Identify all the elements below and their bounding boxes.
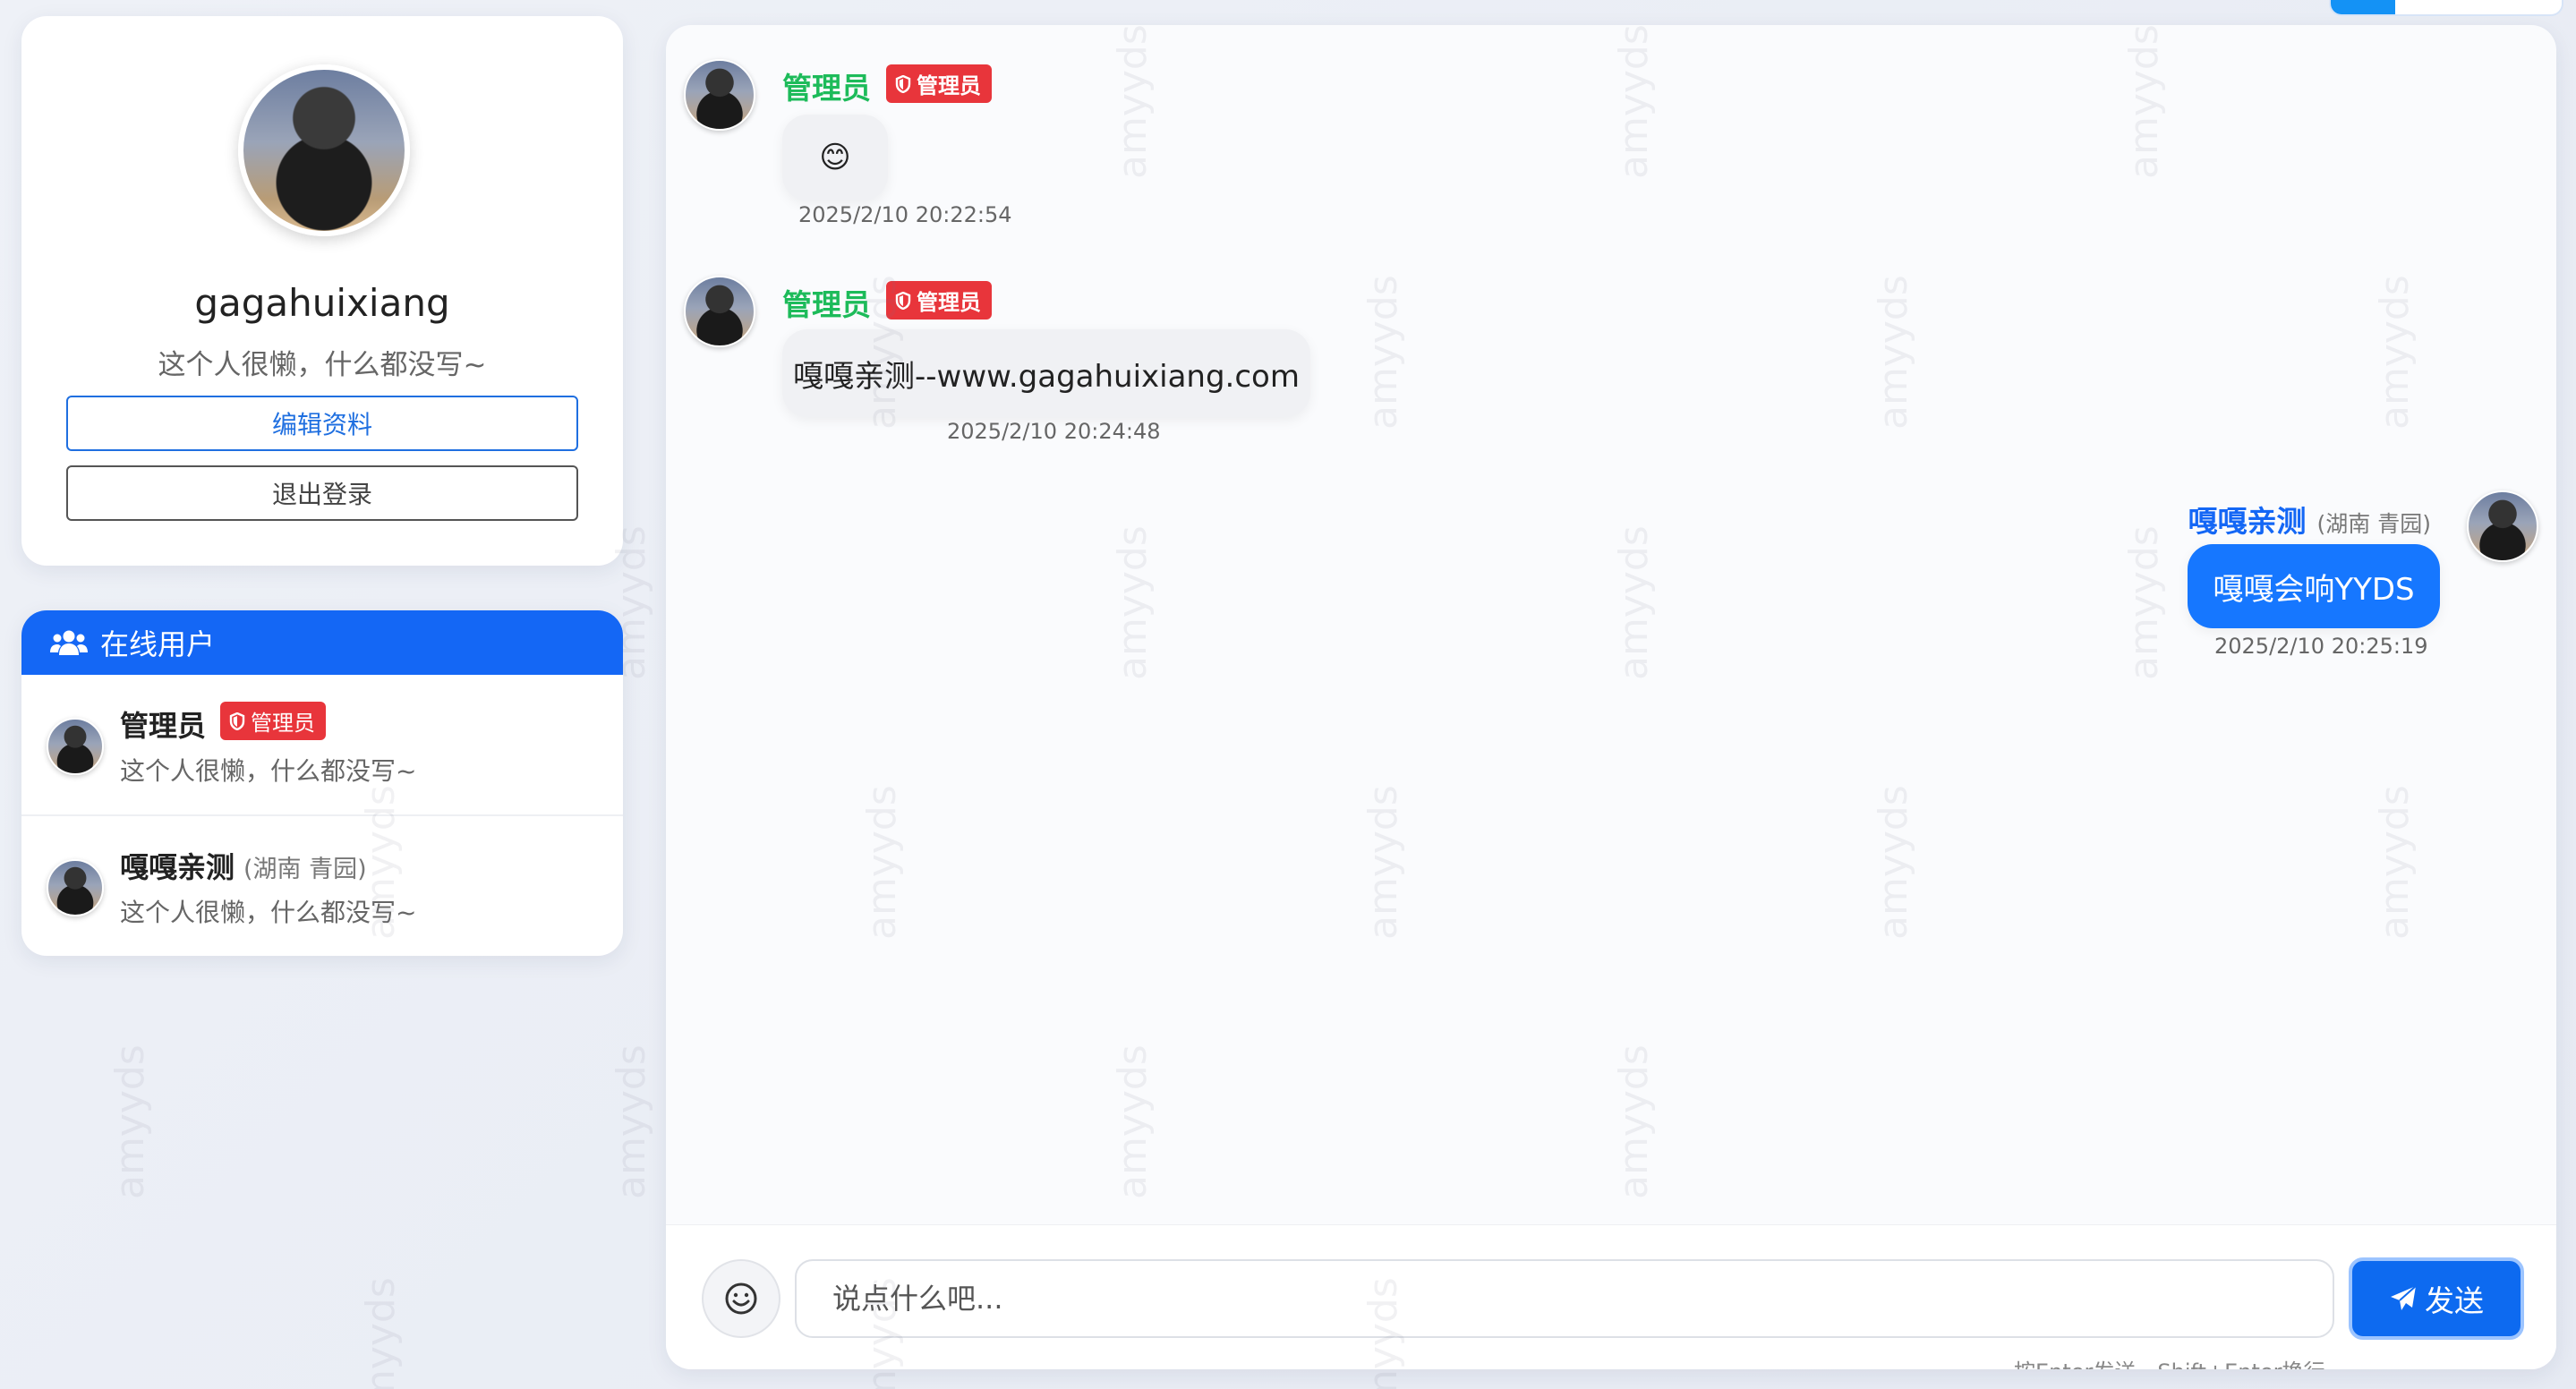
profile-avatar: [238, 64, 410, 236]
paper-plane-icon: [2391, 1285, 2417, 1310]
message-time: 2025/2/10 20:25:19: [2214, 634, 2428, 659]
shield-icon: [895, 74, 911, 93]
online-user-location: (湖南 青园): [243, 856, 367, 883]
admin-badge-label: 管理员: [917, 290, 981, 315]
avatar: [684, 276, 755, 347]
chat-app: gagahuixiang 这个人很懒，什么都没写~ 编辑资料 退出登录 在线用户…: [0, 0, 2576, 1389]
message-composer: 发送 按Enter发送，Shift+Enter换行: [666, 1224, 2556, 1369]
admin-badge: 管理员: [220, 702, 326, 740]
sender-name: 管理员: [782, 71, 871, 106]
message-input[interactable]: [795, 1259, 2334, 1338]
send-button[interactable]: 发送: [2349, 1257, 2524, 1340]
shield-icon: [229, 712, 245, 730]
message-bubble: 嘎嘎亲测--www.gagahuixiang.com: [782, 329, 1310, 417]
online-users-header: 在线用户: [21, 610, 623, 675]
sender-location: (湖南 青园): [2316, 511, 2431, 537]
online-user-item[interactable]: 管理员 管理员 这个人很懒，什么都没写~: [21, 675, 623, 816]
avatar: [47, 859, 104, 916]
online-users-title: 在线用户: [100, 627, 216, 661]
admin-badge-label: 管理员: [251, 711, 315, 736]
emoji-button[interactable]: [702, 1259, 780, 1338]
admin-badge: 管理员: [886, 64, 992, 103]
profile-signature: 这个人很懒，什么都没写~: [158, 349, 487, 381]
sender-name: 管理员: [782, 287, 871, 322]
chat-message: 管理员 管理员 😊 2025/2/10 20:22:54: [666, 25, 2556, 240]
avatar: [2467, 490, 2538, 562]
profile-username: gagahuixiang: [194, 281, 450, 325]
send-button-label: 发送: [2425, 1283, 2484, 1318]
message-time: 2025/2/10 20:22:54: [798, 202, 1012, 227]
avatar: [684, 59, 755, 131]
shield-icon: [895, 291, 911, 310]
chat-message: 管理员 管理员 嘎嘎亲测--www.gagahuixiang.com 2025/…: [666, 240, 2556, 464]
admin-badge-label: 管理员: [917, 73, 981, 98]
message-bubble: 😊: [782, 115, 888, 200]
message-time: 2025/2/10 20:24:48: [947, 419, 1161, 444]
watermark-text: amyyds: [107, 1044, 153, 1199]
profile-card: gagahuixiang 这个人很懒，什么都没写~ 编辑资料 退出登录: [21, 16, 623, 566]
message-bubble: 嘎嘎会响YYDS: [2188, 544, 2440, 628]
online-user-signature: 这个人很懒，什么都没写~: [120, 898, 417, 927]
online-user-item[interactable]: 嘎嘎亲测 (湖南 青园) 这个人很懒，什么都没写~: [21, 816, 623, 956]
online-user-name-text: 嘎嘎亲测: [120, 850, 235, 884]
watermark-text: amyyds: [358, 1277, 404, 1389]
chat-message: 嘎嘎亲测 (湖南 青园) 嘎嘎会响YYDS 2025/2/10 20:25:19: [666, 464, 2556, 714]
chat-panel: 管理员 管理员 😊 2025/2/10 20:22:54 管理员 管理员 嘎嘎亲…: [666, 25, 2556, 1369]
input-hint: 按Enter发送，Shift+Enter换行: [2014, 1354, 2325, 1369]
sender-name: 嘎嘎亲测 (湖南 青园): [2188, 498, 2431, 541]
top-right-control[interactable]: [2329, 0, 2563, 16]
online-users-card: 在线用户 管理员 管理员 这个人很懒，什么都没写~ 嘎嘎亲测 (湖南 青园) 这个…: [21, 610, 623, 956]
smile-icon: [725, 1282, 757, 1315]
watermark-text: amyyds: [609, 1044, 654, 1199]
edit-profile-button[interactable]: 编辑资料: [66, 396, 578, 451]
online-user-signature: 这个人很懒，什么都没写~: [120, 756, 417, 786]
avatar: [47, 718, 104, 775]
online-user-name: 嘎嘎亲测 (湖南 青园): [120, 845, 367, 886]
logout-button[interactable]: 退出登录: [66, 465, 578, 521]
online-user-name: 管理员: [120, 709, 207, 743]
admin-badge: 管理员: [886, 281, 992, 320]
sender-name-text: 嘎嘎亲测: [2188, 504, 2307, 539]
users-icon: [50, 630, 88, 655]
